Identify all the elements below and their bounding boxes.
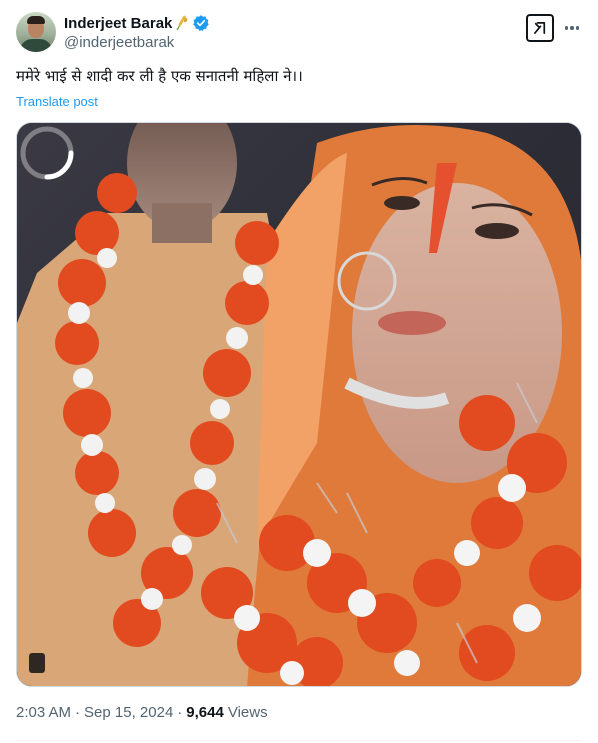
views-label[interactable]: Views <box>228 704 268 721</box>
tweet-header: Inderjeet Barak @inderjeetbarak <box>16 12 586 56</box>
avatar[interactable] <box>16 12 56 52</box>
meta-separator: · <box>177 704 183 721</box>
tweet-time[interactable]: 2:03 AM <box>16 704 71 721</box>
views-count[interactable]: 9,644 <box>186 704 224 721</box>
translate-post-link[interactable]: Translate post <box>16 94 98 109</box>
author-name-row[interactable]: Inderjeet Barak <box>64 13 210 33</box>
grok-icon[interactable] <box>526 14 554 42</box>
loading-spinner-icon <box>20 126 74 180</box>
author-name[interactable]: Inderjeet Barak <box>64 15 172 32</box>
tweet-video[interactable] <box>16 122 582 687</box>
author-handle[interactable]: @inderjeetbarak <box>64 34 174 51</box>
media-badge <box>29 653 45 673</box>
more-horizontal-icon[interactable] <box>564 20 580 36</box>
wheat-emoji-icon <box>176 15 188 31</box>
tweet-text: ममेरे भाई से शादी कर ली है एक सनातनी महि… <box>16 67 303 85</box>
avatar-shirt <box>20 39 52 52</box>
meta-separator: · <box>75 704 81 721</box>
verified-badge-icon <box>193 15 210 31</box>
video-frame <box>17 123 581 686</box>
tweet-date[interactable]: Sep 15, 2024 <box>84 704 173 721</box>
divider <box>16 740 582 741</box>
tweet-meta: 2:03 AM · Sep 15, 2024 · 9,644 Views <box>16 704 268 721</box>
avatar-hair <box>27 16 45 24</box>
